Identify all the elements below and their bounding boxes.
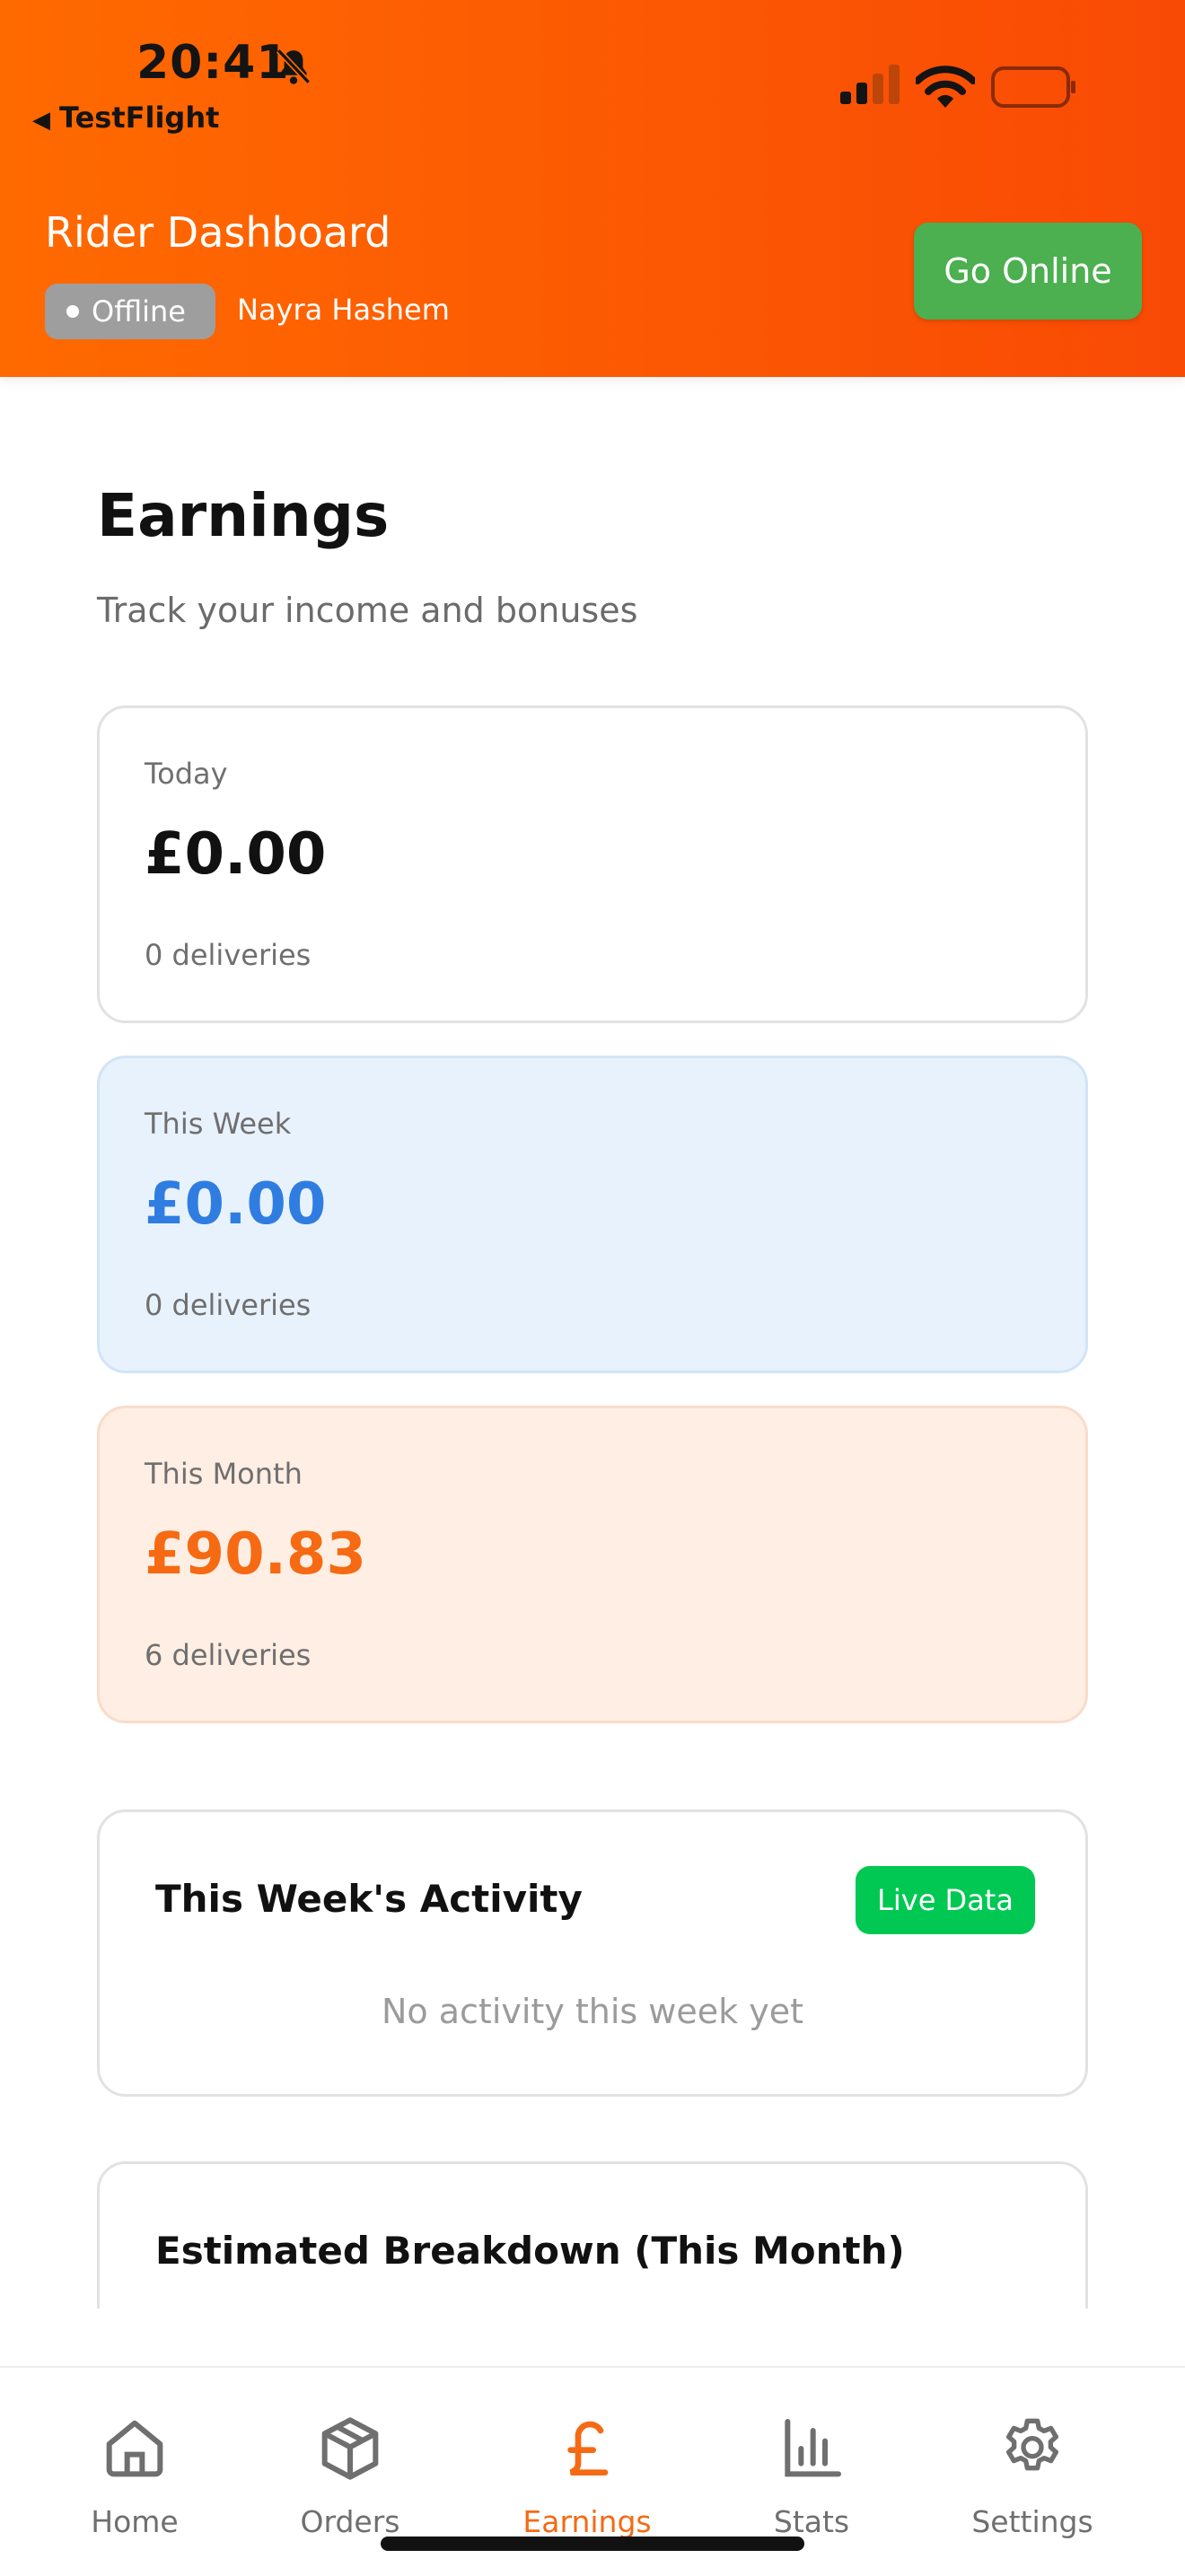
tab-label: Home — [91, 2504, 179, 2539]
card-deliveries: 0 deliveries — [145, 1288, 312, 1322]
battery-icon — [991, 66, 1075, 108]
status-badge: Offline — [45, 284, 215, 339]
card-label: This Week — [145, 1107, 292, 1141]
tab-orders[interactable]: Orders — [251, 2413, 449, 2539]
tab-settings[interactable]: Settings — [934, 2413, 1131, 2539]
app-header: 20:41 ◀ TestFlight Rider Dashboard Offlin… — [0, 0, 1185, 377]
tab-label: Stats — [773, 2504, 850, 2539]
rider-name: Nayra Hashem — [237, 293, 450, 327]
wifi-icon — [916, 66, 975, 108]
card-label: Today — [145, 757, 228, 791]
tab-earnings[interactable]: Earnings — [488, 2413, 686, 2539]
activity-title: This Week's Activity — [155, 1877, 583, 1921]
status-dot-icon — [66, 305, 79, 318]
tab-home[interactable]: Home — [36, 2413, 233, 2539]
bar-chart-icon — [785, 2419, 841, 2477]
activity-empty-text: No activity this week yet — [381, 1992, 803, 2031]
card-amount: £0.00 — [145, 821, 327, 888]
package-icon — [321, 2417, 379, 2480]
card-label: This Month — [145, 1457, 303, 1491]
card-deliveries: 6 deliveries — [145, 1638, 312, 1672]
breakdown-title: Estimated Breakdown (This Month) — [155, 2229, 905, 2273]
page-title: Earnings — [97, 481, 390, 550]
gear-icon — [1006, 2418, 1058, 2471]
header-title: Rider Dashboard — [45, 208, 391, 257]
tab-label: Settings — [971, 2504, 1093, 2539]
weekly-activity-card: This Week's Activity Live Data No activi… — [97, 1809, 1088, 2097]
scroll-fade — [0, 2309, 1185, 2366]
card-amount: £0.00 — [145, 1171, 327, 1238]
status-label: Offline — [92, 294, 186, 329]
go-online-button[interactable]: Go Online — [914, 223, 1142, 320]
earnings-card-month: This Month £90.83 6 deliveries — [97, 1406, 1088, 1723]
bell-slash-icon — [276, 48, 312, 84]
page-subtitle: Track your income and bonuses — [97, 591, 638, 630]
earnings-card-week: This Week £0.00 0 deliveries — [97, 1056, 1088, 1373]
tab-label: Earnings — [522, 2504, 652, 2539]
back-arrow-icon: ◀ — [32, 107, 50, 134]
live-data-badge: Live Data — [856, 1866, 1035, 1934]
home-icon — [106, 2420, 163, 2477]
back-label: TestFlight — [59, 101, 220, 135]
pound-icon — [567, 2421, 609, 2475]
card-amount: £90.83 — [145, 1521, 366, 1588]
signal-icon — [840, 65, 900, 104]
tab-stats[interactable]: Stats — [713, 2413, 910, 2539]
status-time: 20:41 — [136, 36, 290, 90]
earnings-card-today: Today £0.00 0 deliveries — [97, 705, 1088, 1023]
home-indicator — [381, 2537, 804, 2551]
card-deliveries: 0 deliveries — [145, 938, 312, 972]
tab-label: Orders — [300, 2504, 400, 2539]
back-to-testflight[interactable]: ◀ TestFlight — [32, 101, 219, 135]
